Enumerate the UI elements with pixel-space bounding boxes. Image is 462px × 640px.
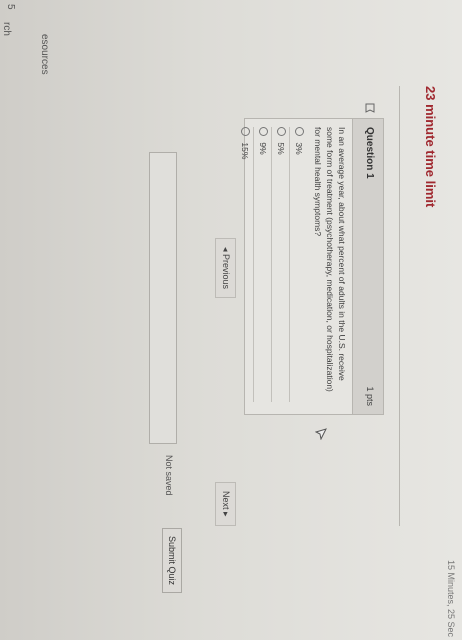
rotated-screen: 5 rch esources 15 Minutes, 25 Sec 23 min… bbox=[0, 0, 462, 640]
question-card: Question 1 1 pts In an average year, abo… bbox=[236, 103, 384, 415]
flag-icon[interactable] bbox=[365, 103, 375, 113]
edge-text-2: rch bbox=[1, 22, 12, 36]
radio-button-icon[interactable] bbox=[258, 127, 268, 136]
radio-button-icon[interactable] bbox=[240, 127, 250, 136]
option-label: 3% bbox=[294, 142, 304, 155]
edge-text-3: esources bbox=[39, 34, 50, 75]
next-button[interactable]: Next ▸ bbox=[215, 482, 236, 526]
radio-button-icon[interactable] bbox=[276, 127, 286, 136]
status-bar bbox=[149, 152, 177, 444]
question-title: Question 1 bbox=[364, 127, 375, 179]
option-label: 5% bbox=[276, 142, 286, 155]
answer-option[interactable]: 5% bbox=[272, 127, 290, 402]
question-header: Question 1 1 pts bbox=[352, 103, 383, 414]
edge-text-1: 5 bbox=[5, 4, 16, 10]
answer-options: 3% 5% 9% 15% bbox=[236, 127, 307, 402]
option-label: 9% bbox=[258, 142, 268, 155]
save-status: Not saved bbox=[164, 455, 174, 496]
radio-button-icon[interactable] bbox=[294, 127, 304, 136]
divider bbox=[399, 86, 400, 526]
submit-quiz-button[interactable]: Submit Quiz bbox=[162, 528, 182, 594]
timer-readout: 15 Minutes, 25 Sec bbox=[446, 560, 456, 638]
cursor-icon bbox=[315, 428, 327, 440]
question-text: In an average year, about what percent o… bbox=[313, 127, 347, 392]
question-points: 1 pts bbox=[365, 386, 375, 406]
answer-option[interactable]: 15% bbox=[236, 127, 254, 402]
time-limit-heading: 23 minute time limit bbox=[423, 86, 438, 208]
previous-button[interactable]: ◂ Previous bbox=[215, 238, 236, 299]
option-label: 15% bbox=[240, 142, 250, 160]
answer-option[interactable]: 3% bbox=[290, 127, 307, 402]
answer-option[interactable]: 9% bbox=[254, 127, 272, 402]
